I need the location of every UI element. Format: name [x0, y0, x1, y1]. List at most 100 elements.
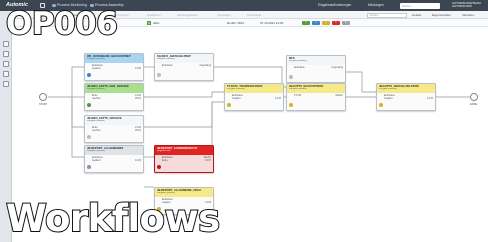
task-detail-row: FT-ON Warten — [289, 94, 343, 97]
count-badge-active[interactable]: 2 — [312, 20, 320, 26]
task-body: Ende 14:05 Laufzeit 00:01 — [85, 125, 143, 135]
task-type: Abgebrochen — [157, 150, 171, 152]
task-detail-value: 00:01 — [135, 129, 141, 133]
task-body: Endstatus FAULT Ende 14:07 — [155, 155, 213, 165]
zoom-out-icon[interactable] — [3, 51, 9, 57]
workflow-task-node[interactable]: JB.EXPTS_ABSCHLUSS.PROD Vorgabe (Modus) En… — [376, 83, 436, 111]
count-badge-waiting[interactable]: 1 — [322, 20, 330, 26]
task-body: Endstatus Geplant 14:15 — [377, 93, 435, 103]
task-detail-value: 14:00 — [135, 67, 141, 71]
task-detail-value: Warten — [335, 94, 343, 97]
task-body: Endstatus Geplant 14:10 — [225, 93, 283, 103]
task-detail-key: Geplant — [92, 67, 101, 71]
workflow-task-node[interactable]: JB.INFO_EXPTS_GEN_ARCHIVE Vorgabe (Modus)… — [84, 83, 144, 111]
pan-icon[interactable] — [3, 71, 9, 77]
task-status-icon — [87, 135, 91, 139]
task-detail-value: Angehängt — [331, 66, 343, 69]
task-detail-row: Geplant 14:06 — [87, 159, 141, 162]
state-label: Aktiv — [153, 21, 160, 26]
task-status-icon — [157, 73, 161, 77]
task-detail-value: 14:10 — [275, 97, 281, 101]
workflow-task-node[interactable]: FT.DATA_TRANSFER.PROD Vorgabe (Modus) Ends… — [224, 83, 284, 111]
task-header: JB.EXPTS_BACKUP.PROD Vorgabe (Modus) — [287, 84, 345, 93]
task-header: JB.INFO_EXPTS_GEN_ARCHIVE Vorgabe (Modus) — [85, 84, 143, 93]
workflow-task-node[interactable]: JB.INFO_EXPTS_ARCHIVE Vorgabe (Modus) Ende… — [84, 115, 144, 143]
workflow-task-node[interactable]: JB.EXPTS_BACKUP.PROD Vorgabe (Modus) FT-ON… — [286, 83, 346, 111]
task-type: Vorgabe (Modus) — [289, 60, 307, 62]
properties-button[interactable]: Eigenschaften — [432, 13, 451, 17]
task-status-icon — [87, 165, 91, 169]
task-detail-row: Geplant 14:10 — [227, 97, 281, 100]
task-body: Endstatus Geplant 14:00 — [85, 63, 143, 73]
task-detail-key: Ende — [162, 159, 168, 163]
run-id: RunID: 4813 — [227, 21, 244, 26]
task-detail-value: 14:06 — [135, 159, 141, 163]
task-detail-key: Geplant — [92, 159, 101, 163]
task-detail-row: Ende 14:07 — [157, 159, 211, 162]
overlay-caption: Workflows — [5, 196, 221, 241]
end-label: ENDE — [470, 103, 478, 106]
task-type: Vorgabe (Modus) — [227, 88, 245, 90]
task-detail-row: Endstatus Angehängt — [157, 64, 211, 67]
task-body: Endstatus Angehängt — [155, 63, 213, 69]
task-type: Vorgabe (Modus) — [157, 192, 175, 194]
workflow-task-node[interactable]: SQ.INFO_ABFRAGE.PREP Vorgabe (Modus) Endst… — [154, 53, 214, 81]
workflow-search-input[interactable]: Suchen — [367, 12, 407, 18]
task-header: FT.DATA_TRANSFER.PROD Vorgabe (Modus) — [225, 84, 283, 93]
task-status-icon — [379, 103, 383, 107]
task-status-icon — [87, 103, 91, 107]
task-status-icon — [157, 165, 161, 169]
task-body: Endstatus Angehängt — [287, 65, 345, 71]
messages-link[interactable]: Meldungen — [368, 3, 384, 7]
task-status-icon — [87, 73, 91, 77]
prompts-link[interactable]: Eingabeaufforderungen — [318, 3, 351, 7]
user-info[interactable]: AUTOMIC/100/TEAM AUTOMIC/100 — [452, 1, 481, 9]
task-detail-row: Geplant 14:00 — [87, 67, 141, 70]
task-detail-key: FT-ON — [294, 94, 302, 97]
task-detail-row: Laufzeit 00:01 — [87, 129, 141, 132]
details-button[interactable]: Details — [412, 13, 421, 17]
workflow-task-node[interactable]: MFS Vorgabe (Modus) Endstatus Angehängt — [286, 55, 346, 83]
start-node[interactable] — [39, 93, 47, 101]
task-header: WK_DATENBANK_BACKUP.PREP Vorgabe (Modus) — [85, 54, 143, 63]
task-detail-value: 14:07 — [205, 159, 211, 163]
variables-button[interactable]: Variablen — [462, 13, 474, 17]
workflow-task-node[interactable]: WK_DATENBANK_BACKUP.PREP Vorgabe (Modus) E… — [84, 53, 144, 81]
task-detail-value: 00:01 — [135, 97, 141, 101]
task-type: Vorgabe (Modus) — [87, 58, 105, 60]
successors-button[interactable]: Nachfolger — [247, 13, 262, 17]
task-type: Vorgabe (Modus) — [289, 88, 307, 90]
task-header: JB.REPORT_KUNDENBERICHT Abgebrochen — [155, 146, 213, 155]
task-header: JB.REPORT_ALLGEMEINE_ARCH Vorgabe (Modus) — [155, 188, 213, 197]
predecessors-button[interactable]: Vorgänger — [217, 13, 231, 17]
task-status-icon — [289, 75, 293, 79]
task-detail-key: Endstatus — [162, 64, 173, 67]
task-header: JB.REPORT_ALLGEMEINES Vorgabe (Modus) — [85, 146, 143, 155]
task-detail-row: Geplant 14:15 — [379, 97, 433, 100]
task-detail-value: 14:15 — [427, 97, 433, 101]
count-badge-ok[interactable]: 5 — [302, 20, 310, 26]
start-time: 07.10.2021 14:00 — [260, 21, 284, 26]
start-label: START — [39, 103, 48, 106]
global-search-input[interactable]: Suche... — [400, 2, 440, 9]
user-line-2: AUTOMIC/100 — [452, 4, 472, 9]
task-detail-value: Angehängt — [199, 64, 211, 67]
status-dot-icon — [147, 21, 151, 25]
count-badge-error[interactable]: 1 — [332, 20, 340, 26]
task-header: MFS Vorgabe (Modus) — [287, 56, 345, 65]
dependencies-button[interactable]: Abhängigkeiten — [177, 13, 198, 17]
execute-button[interactable]: Ausführen — [147, 13, 161, 17]
task-detail-key: Endstatus — [294, 66, 305, 69]
task-header: SQ.INFO_ABFRAGE.PREP Vorgabe (Modus) — [155, 54, 213, 63]
task-type: Vorgabe (Modus) — [157, 58, 175, 60]
workflow-task-node[interactable]: JB.REPORT_ALLGEMEINES Vorgabe (Modus) Ends… — [84, 145, 144, 173]
task-body: FT-ON Warten — [287, 93, 345, 99]
fit-view-icon[interactable] — [3, 61, 9, 67]
task-body: Endstatus Geplant 14:06 — [85, 155, 143, 165]
select-icon[interactable] — [3, 81, 9, 87]
count-badge-inactive[interactable]: 0 — [342, 20, 350, 26]
task-detail-key: Laufzeit — [92, 97, 101, 101]
workflow-task-node[interactable]: JB.REPORT_KUNDENBERICHT Abgebrochen Endsta… — [154, 145, 214, 173]
end-node[interactable] — [470, 93, 478, 101]
task-detail-row: Endstatus Angehängt — [289, 66, 343, 69]
